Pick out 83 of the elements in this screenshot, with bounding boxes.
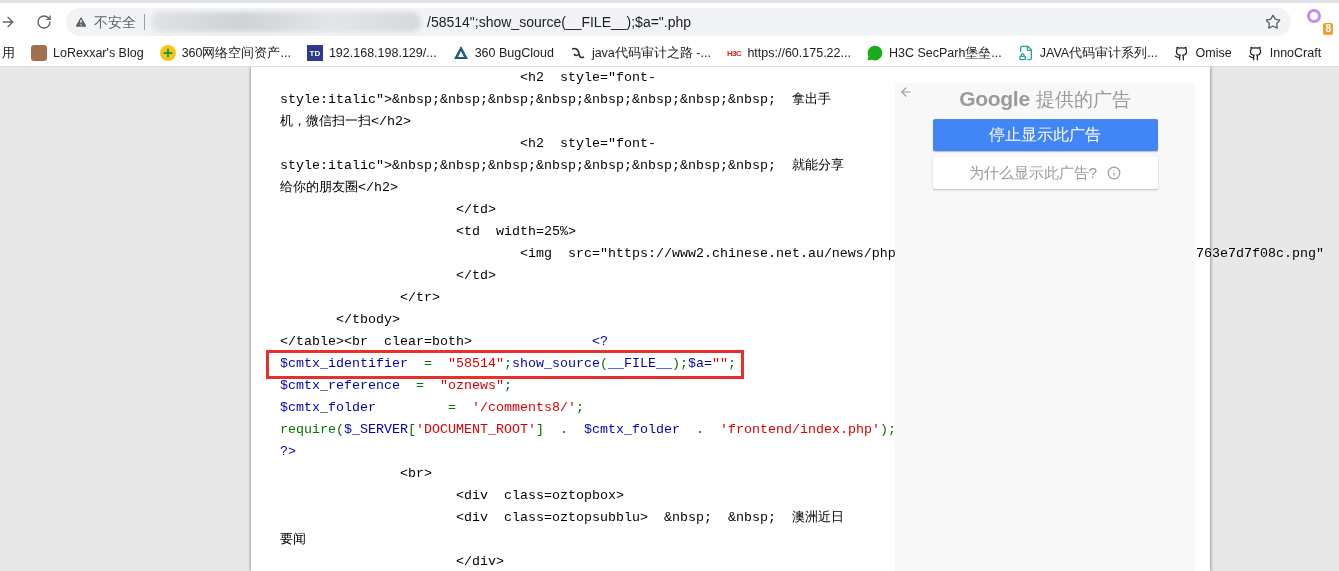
bookmark-link[interactable]: JAVA代码审计系列... (1017, 44, 1158, 62)
bookmark-link[interactable]: InnoCraft (1247, 45, 1322, 61)
code-text: <div class=oztopbox> (454, 488, 624, 503)
code-text: [ (408, 422, 416, 437)
back-arrow-icon[interactable] (899, 85, 913, 99)
code-text: 'DOCUMENT_ROOT' (416, 422, 536, 437)
github-icon (1173, 45, 1190, 61)
code-text: . (694, 422, 705, 437)
url-text: /58514";show_source(__FILE__);$a=".php (427, 13, 693, 30)
code-text: 给你的朋友圈</h2> (280, 180, 398, 195)
plus-icon (159, 45, 176, 61)
avatar-icon (31, 45, 47, 61)
document-icon (1017, 45, 1034, 61)
code-text: "" (711, 356, 728, 371)
warning-icon (74, 14, 88, 29)
code-text: </tbody> (335, 312, 400, 327)
reload-icon[interactable] (36, 13, 52, 30)
code-text: </td> (454, 202, 496, 217)
bookmark-link[interactable]: 用 (2, 44, 15, 62)
code-text: $a= (687, 356, 712, 371)
code-text: <h2 style="font- (518, 70, 656, 85)
brand-logo: H3C (726, 48, 742, 58)
code-text: __FILE__ (607, 356, 672, 371)
bookmark-link[interactable]: 360网络空间资产... (159, 44, 291, 62)
code-text: $_SERVER (344, 422, 408, 437)
code-text: $cmtx_folder (280, 400, 376, 415)
code-text: 机，微信扫一扫</h2> (280, 114, 411, 129)
info-icon (1107, 166, 1122, 180)
bookmark-link[interactable]: H3C https://60.175.22... (726, 46, 851, 60)
code-text: ; (575, 400, 584, 415)
code-text: ] . (536, 422, 569, 437)
bookmark-link[interactable]: LoRexxar's Blog (31, 45, 144, 61)
code-text: ; (679, 356, 688, 371)
github-icon (1247, 45, 1264, 61)
code-text: ; (504, 356, 512, 371)
ad-title: 提供的广告 (1035, 88, 1131, 112)
code-text: style:italic">&nbsp;&nbsp;&nbsp;&nbsp;&nbsp;&nbsp;&nbsp;&nbsp; 拿出手 (280, 92, 831, 107)
tile-icon: TD (306, 45, 323, 61)
code-text: <h2 style="font- (518, 136, 656, 151)
code-text: show_source (512, 356, 600, 371)
bookmark-link[interactable]: H3C SecParh堡垒... (866, 44, 1002, 62)
code-text: style:italic">&nbsp;&nbsp;&nbsp;&nbsp;&nbsp;&nbsp;&nbsp;&nbsp; 就能分享 (280, 158, 844, 173)
code-text: require( (280, 422, 344, 437)
code-text: ); (879, 422, 896, 437)
bookmark-link[interactable]: java代码审计之路 -... (569, 44, 711, 62)
code-text: ?> (280, 444, 296, 459)
swirl-icon (569, 45, 586, 61)
code-text: </tr> (398, 290, 440, 305)
address-bar[interactable]: 不安全 /58514";show_source(__FILE__);$a=".php (66, 7, 1291, 36)
triangle-icon (452, 45, 469, 61)
stop-ad-button[interactable]: 停止显示此广告 (932, 119, 1158, 151)
code-text: 'frontend/index.php' (719, 422, 880, 437)
extension-badge: 8 (1323, 22, 1333, 35)
star-icon[interactable] (1265, 13, 1281, 30)
ad-logo: Google (959, 87, 1030, 111)
code-text: 要闻 (280, 532, 306, 547)
code-text: $cmtx_folder (584, 422, 680, 437)
code-text: <div class=oztopsubblu> &nbsp; &nbsp; 澳洲近日 (454, 510, 844, 525)
code-text: "oznews" (440, 378, 504, 393)
bookmark-link[interactable]: TD 192.168.198.129/... (306, 45, 437, 61)
code-text: $cmtx_identifier (280, 356, 408, 371)
chat-icon (866, 45, 883, 61)
code-text: <? (590, 334, 608, 349)
code-text: </td> (454, 268, 496, 283)
code-text: = (422, 356, 433, 371)
code-text: ; (504, 378, 512, 393)
code-text: = (414, 378, 425, 393)
code-text: "58514" (448, 356, 504, 371)
code-text: 763e7d7f08c.png" (1196, 245, 1324, 263)
code-text: = (446, 400, 457, 415)
code-text: ) (671, 356, 680, 371)
code-text: <img src="https://www2.chinese.net.au/news/php (518, 246, 896, 261)
code-text: ; (727, 356, 736, 371)
bookmark-link[interactable]: Omise (1173, 45, 1232, 61)
code-text: <br> (398, 466, 432, 481)
code-text: <td width=25%> (454, 224, 576, 239)
code-text: </table><br clear=both> (280, 334, 472, 349)
code-text: '/comments8/' (471, 400, 576, 415)
code-text: $cmtx_reference (280, 378, 400, 393)
code-text: </div> (454, 554, 504, 569)
bookmark-link[interactable]: 360 BugCloud (452, 45, 554, 61)
code-text: ( (599, 356, 608, 371)
security-label: 不安全 (94, 13, 145, 30)
